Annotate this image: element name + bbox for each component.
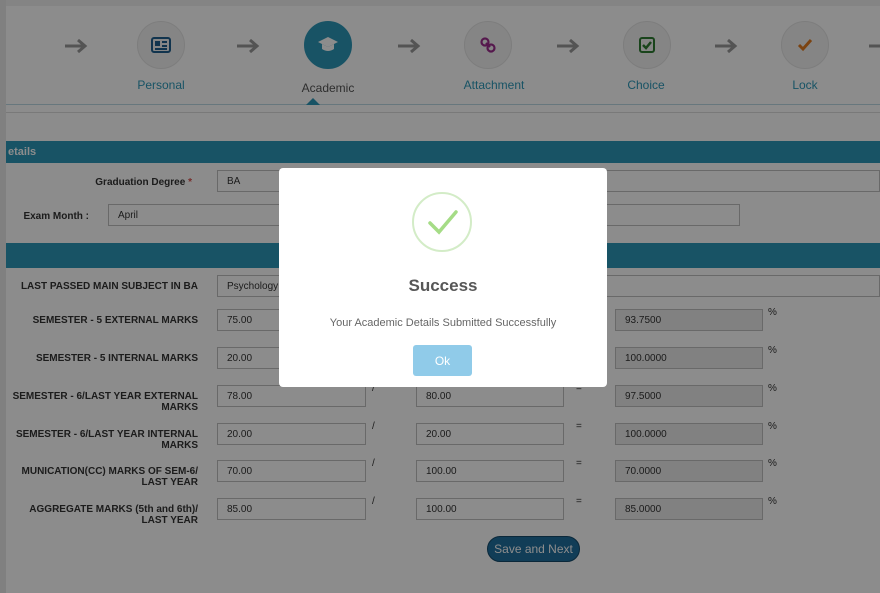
success-modal: Success Your Academic Details Submitted … (279, 168, 607, 387)
success-check-icon (412, 192, 472, 252)
modal-title: Success (408, 276, 478, 295)
modal-message: Your Academic Details Submitted Successf… (329, 317, 557, 329)
ok-button[interactable]: Ok (413, 345, 472, 376)
